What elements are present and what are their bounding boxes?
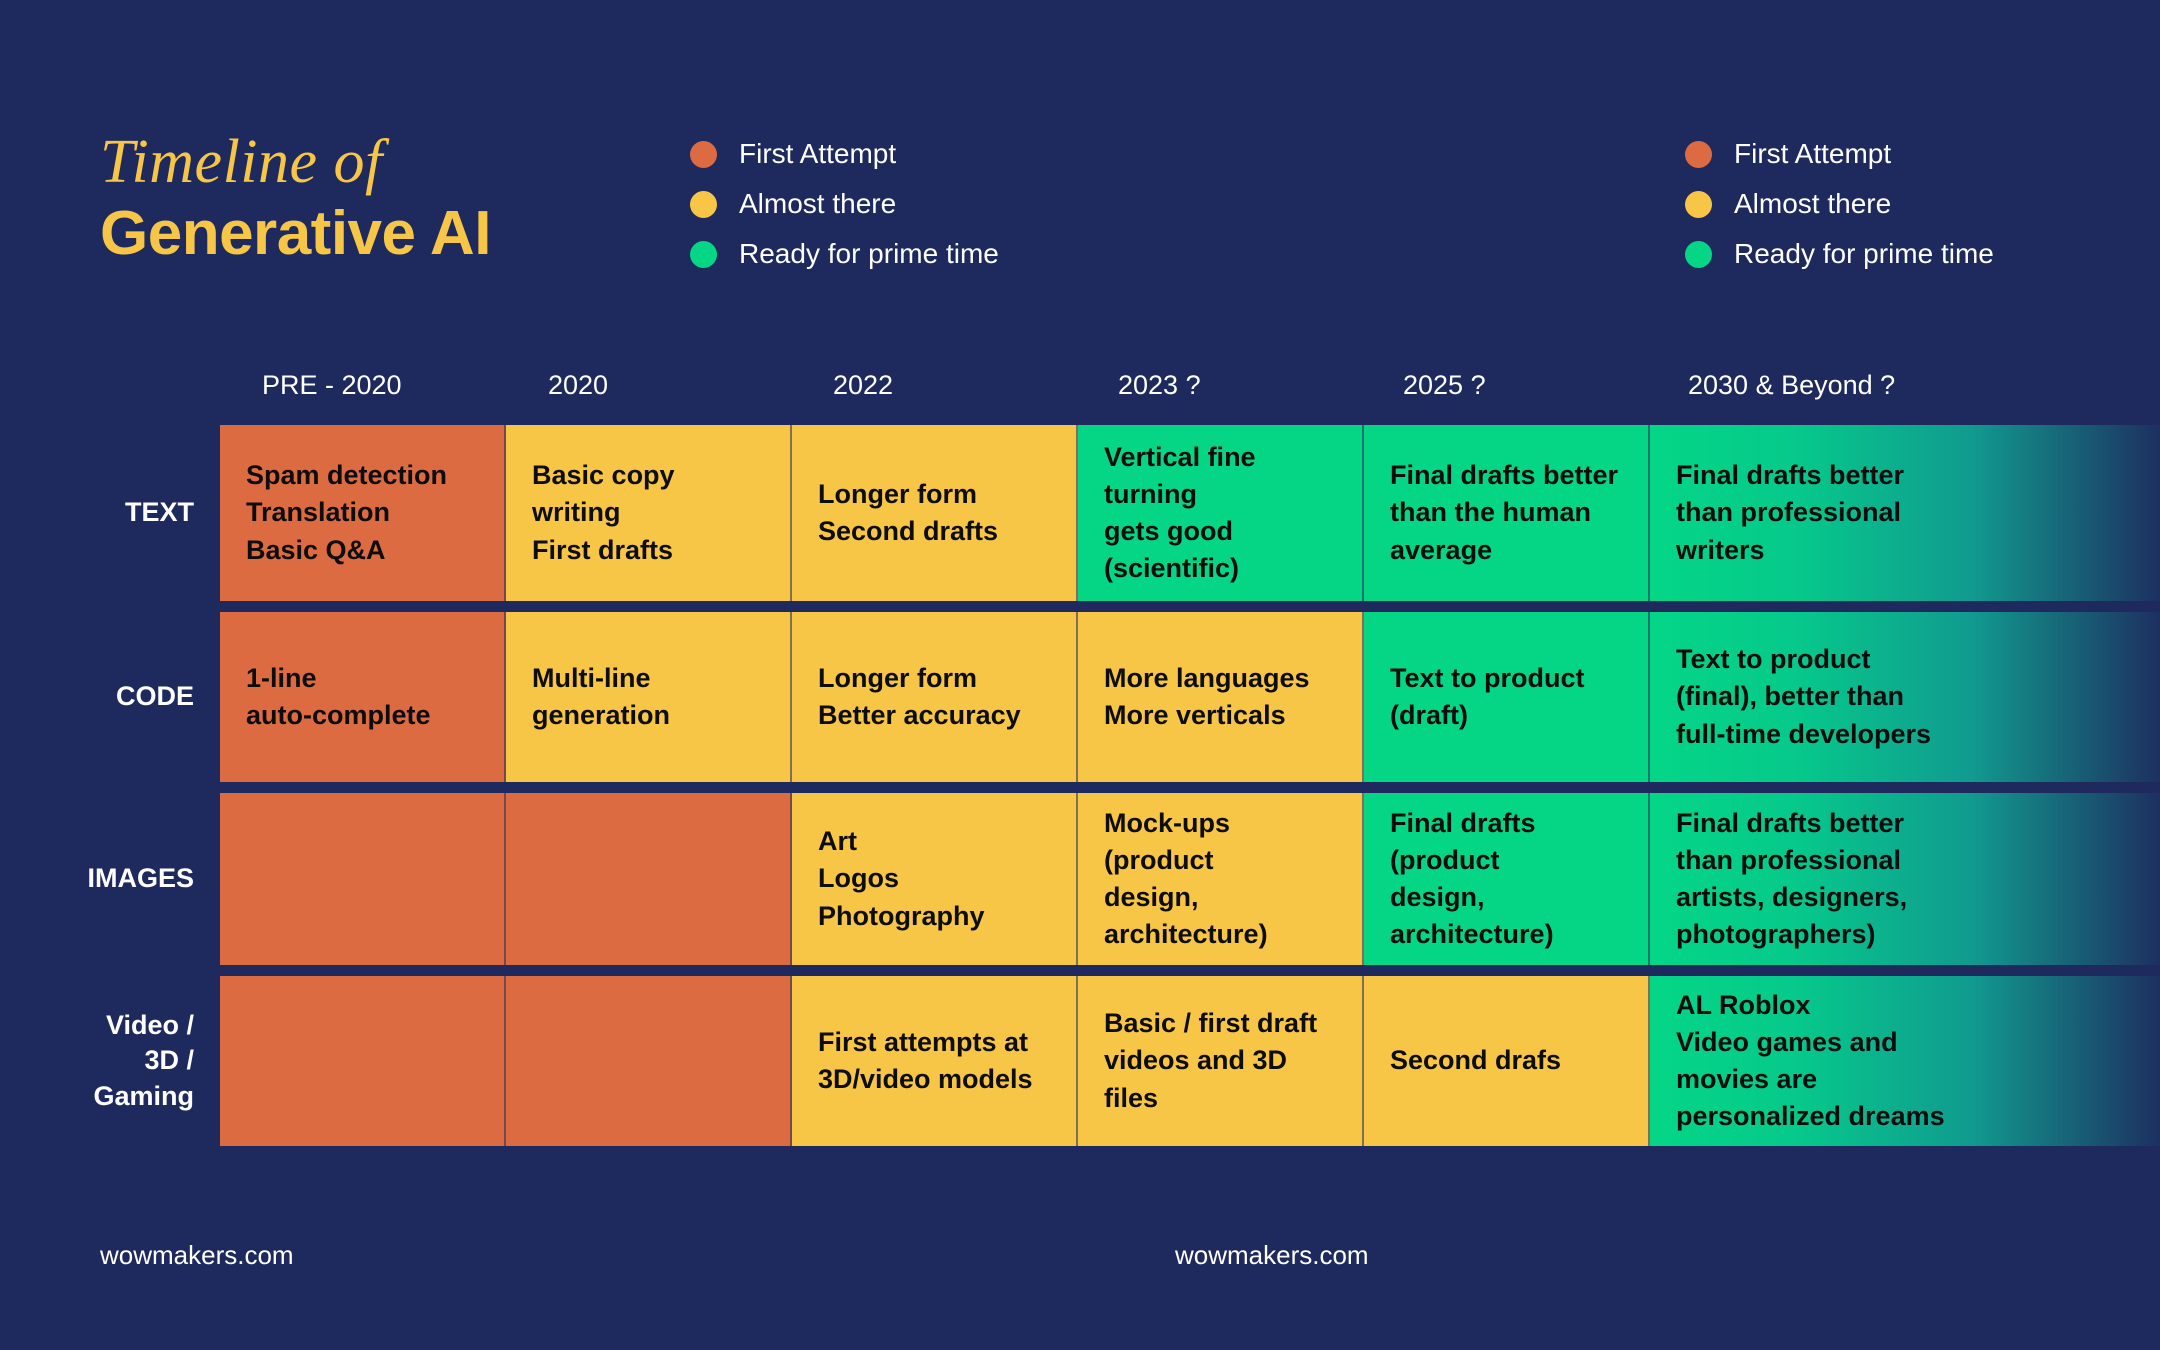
column-header: 2020 bbox=[548, 370, 609, 400]
grid-cell: Second drafs bbox=[1364, 976, 1650, 1146]
infographic-page: Timeline of Generative AI First Attempt … bbox=[0, 0, 2160, 1350]
title-line-2: Generative AI bbox=[100, 199, 491, 269]
legend-dot-icon bbox=[690, 140, 717, 168]
footer: wowmakers.com wowmakers.com bbox=[0, 1240, 2160, 1300]
row-label: CODE bbox=[115, 681, 194, 712]
column-header: 2030 & Beyond ? bbox=[1688, 370, 1896, 400]
grid-cell: Text to product (draft) bbox=[1364, 612, 1650, 782]
legend-item-ready-prime-time: Ready for prime time bbox=[1685, 238, 1994, 269]
legend-label: Almost there bbox=[1734, 188, 1892, 219]
legend-left: First Attempt Almost there Ready for pri… bbox=[690, 138, 999, 269]
header: Timeline of Generative AI First Attempt … bbox=[0, 0, 2160, 300]
column-header: 2025 ? bbox=[1403, 370, 1486, 400]
grid-cell: Longer form Better accuracy bbox=[792, 612, 1078, 782]
legend-dot-icon bbox=[1685, 240, 1712, 268]
legend-label: Ready for prime time bbox=[1734, 238, 1994, 269]
grid-cell bbox=[220, 793, 506, 965]
timeline-row-video-3d-gaming: Video / 3D / Gaming First attempts at 3D… bbox=[0, 976, 2160, 1146]
grid-cell: Longer form Second drafts bbox=[792, 425, 1078, 601]
row-cells: Art Logos Photography Mock-ups (product … bbox=[220, 793, 2160, 965]
grid-cell: First attempts at 3D/video models bbox=[792, 976, 1078, 1146]
grid-cell: 1-line auto-complete bbox=[220, 612, 506, 782]
column-header: 2023 ? bbox=[1118, 370, 1201, 400]
legend-label: Ready for prime time bbox=[739, 238, 999, 269]
footer-brand-center: wowmakers.com bbox=[1175, 1240, 1369, 1270]
grid-cell: Final drafts (product design, architectu… bbox=[1364, 793, 1650, 965]
grid-cell: AL Roblox Video games and movies are per… bbox=[1650, 976, 2160, 1146]
legend-dot-icon bbox=[690, 190, 717, 218]
timeline-row-images: IMAGES Art Logos Photography Mock-ups (p… bbox=[0, 793, 2160, 965]
row-label: TEXT bbox=[124, 497, 194, 528]
grid-cell: Text to product (final), better than ful… bbox=[1650, 612, 2160, 782]
column-headers: PRE - 2020 2020 2022 2023 ? 2025 ? 2030 … bbox=[220, 370, 2160, 416]
legend-item-first-attempt: First Attempt bbox=[690, 138, 999, 169]
grid-cell bbox=[506, 793, 792, 965]
timeline-grid: TEXT Spam detection Translation Basic Q&… bbox=[0, 425, 2160, 1157]
grid-cell: Vertical fine turning gets good (scienti… bbox=[1078, 425, 1364, 601]
legend-label: First Attempt bbox=[739, 138, 897, 169]
grid-cell: Basic copy writing First drafts bbox=[506, 425, 792, 601]
timeline-row-text: TEXT Spam detection Translation Basic Q&… bbox=[0, 425, 2160, 601]
column-header: PRE - 2020 bbox=[262, 370, 402, 400]
footer-brand-left: wowmakers.com bbox=[100, 1240, 294, 1270]
legend-label: Almost there bbox=[739, 188, 897, 219]
grid-cell: Final drafts better than professional wr… bbox=[1650, 425, 2160, 601]
row-label: IMAGES bbox=[87, 863, 194, 894]
legend-item-almost-there: Almost there bbox=[690, 188, 999, 219]
grid-cell: Final drafts better than professional ar… bbox=[1650, 793, 2160, 965]
title-line-1: Timeline of bbox=[100, 128, 383, 196]
row-label: Video / 3D / Gaming bbox=[93, 1010, 194, 1111]
grid-cell: Final drafts better than the human avera… bbox=[1364, 425, 1650, 601]
grid-cell: Basic / first draft videos and 3D files bbox=[1078, 976, 1364, 1146]
page-title: Timeline of Generative AI bbox=[100, 128, 491, 269]
legend-label: First Attempt bbox=[1734, 138, 1892, 169]
grid-cell: Multi-line generation bbox=[506, 612, 792, 782]
grid-cell bbox=[220, 976, 506, 1146]
legend-dot-icon bbox=[690, 240, 717, 268]
timeline-row-code: CODE 1-line auto-complete Multi-line gen… bbox=[0, 612, 2160, 782]
grid-cell: Spam detection Translation Basic Q&A bbox=[220, 425, 506, 601]
legend-dot-icon bbox=[1685, 190, 1712, 218]
row-cells: Spam detection Translation Basic Q&A Bas… bbox=[220, 425, 2160, 601]
row-cells: First attempts at 3D/video models Basic … bbox=[220, 976, 2160, 1146]
column-header: 2022 bbox=[833, 370, 894, 400]
grid-cell: Mock-ups (product design, architecture) bbox=[1078, 793, 1364, 965]
row-cells: 1-line auto-complete Multi-line generati… bbox=[220, 612, 2160, 782]
legend-dot-icon bbox=[1685, 140, 1712, 168]
grid-cell bbox=[506, 976, 792, 1146]
legend-item-ready-prime-time: Ready for prime time bbox=[690, 238, 999, 269]
grid-cell: Art Logos Photography bbox=[792, 793, 1078, 965]
legend-item-almost-there: Almost there bbox=[1685, 188, 1994, 219]
grid-cell: More languages More verticals bbox=[1078, 612, 1364, 782]
legend-right: First Attempt Almost there Ready for pri… bbox=[1685, 138, 1994, 269]
legend-item-first-attempt: First Attempt bbox=[1685, 138, 1994, 169]
